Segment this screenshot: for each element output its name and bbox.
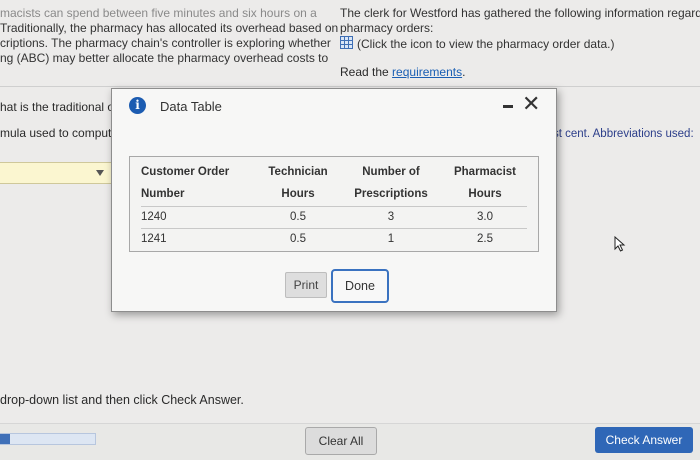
screen: macists can spend between five minutes a… <box>0 0 700 460</box>
column-header: Hours <box>281 188 315 200</box>
question-text: hat is the traditional o <box>0 100 115 114</box>
section-divider <box>0 86 700 87</box>
data-intro-line: pharmacy orders: <box>340 21 434 35</box>
progress-fill <box>0 434 10 444</box>
table-cell: 3.0 <box>477 211 493 223</box>
column-header: Pharmacist <box>453 166 517 178</box>
column-header: Number of <box>362 166 420 178</box>
table-cell: 1240 <box>141 211 167 223</box>
column-header: Customer Order <box>141 166 230 178</box>
close-icon[interactable]: ✕ <box>522 91 540 117</box>
caret-down-icon[interactable] <box>96 170 104 176</box>
answer-dropdown[interactable] <box>0 162 113 184</box>
requirements-link[interactable]: requirements <box>392 65 462 79</box>
table-cell: 1 <box>387 233 395 245</box>
progress-bar <box>0 433 96 445</box>
order-data-link[interactable]: (Click the icon to view the pharmacy ord… <box>340 36 700 52</box>
row-divider <box>141 228 527 229</box>
problem-text-line: Traditionally, the pharmacy has allocate… <box>0 21 339 35</box>
problem-text-cut-line: macists can spend between five minutes a… <box>0 6 317 20</box>
problem-text: macists can spend between five minutes a… <box>0 6 339 66</box>
clear-all-button[interactable]: Clear All <box>305 427 377 455</box>
column-header: Prescriptions <box>354 188 428 200</box>
column-header: Hours <box>468 188 502 200</box>
table-cell: 3 <box>387 211 395 223</box>
column-header: Number <box>141 188 185 200</box>
read-requirements-suffix: . <box>462 65 466 79</box>
mouse-cursor-icon <box>614 236 626 252</box>
dialog-title: Data Table <box>160 99 222 114</box>
info-icon: i <box>129 97 146 114</box>
abbreviations-note: st cent. Abbreviations used: <box>553 128 694 140</box>
minimize-icon[interactable] <box>503 105 513 108</box>
read-requirements-prefix: Read the <box>340 65 393 79</box>
check-answer-button[interactable]: Check Answer <box>595 427 693 453</box>
order-data-link-label[interactable]: (Click the icon to view the pharmacy ord… <box>357 37 614 51</box>
table-cell: 2.5 <box>477 233 493 245</box>
problem-text-line: criptions. The pharmacy chain's controll… <box>0 36 331 50</box>
table-icon[interactable] <box>340 36 353 49</box>
question-text: mula used to comput <box>0 126 112 140</box>
data-table-dialog: i Data Table ✕ Customer Order Number Tec… <box>111 88 557 312</box>
data-intro-line: The clerk for Westford has gathered the … <box>340 6 700 20</box>
row-divider <box>141 206 527 207</box>
data-table: Customer Order Number Technician Hours N… <box>129 156 539 252</box>
read-requirements: Read the requirements. <box>340 65 465 79</box>
print-button[interactable]: Print <box>285 272 327 298</box>
table-cell: 1241 <box>141 233 167 245</box>
problem-text-line: ng (ABC) may better allocate the pharmac… <box>0 51 329 65</box>
data-intro-text: The clerk for Westford has gathered the … <box>340 6 700 52</box>
done-button[interactable]: Done <box>331 269 389 303</box>
table-cell: 0.5 <box>290 233 306 245</box>
instruction-text: drop-down list and then click Check Answ… <box>0 393 244 407</box>
column-header: Technician <box>268 166 328 178</box>
table-cell: 0.5 <box>290 211 306 223</box>
dialog-header: i Data Table ✕ <box>112 89 556 119</box>
